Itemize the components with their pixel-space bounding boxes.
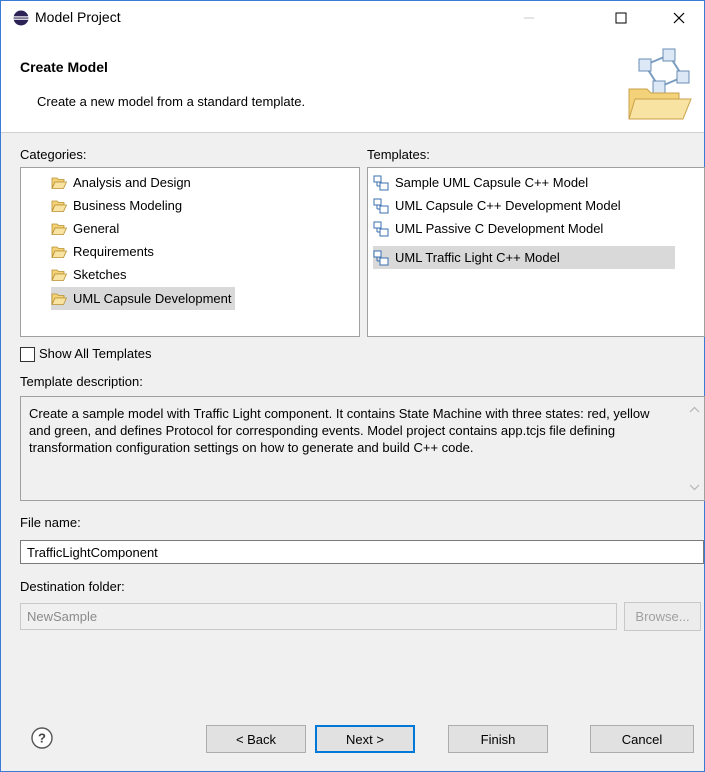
template-label: UML Passive C Development Model [395,221,604,236]
template-item[interactable]: UML Capsule C++ Development Model [373,194,621,217]
templates-label: Templates: [367,147,430,162]
folder-open-icon [51,223,67,235]
file-name-label: File name: [20,515,81,530]
template-item[interactable]: UML Passive C Development Model [373,217,603,240]
description-scrollbar[interactable] [685,397,704,500]
template-label: UML Traffic Light C++ Model [395,250,560,265]
folder-open-icon [51,269,67,281]
template-label: UML Capsule C++ Development Model [395,198,621,213]
window-title: Model Project [35,9,121,25]
category-item[interactable]: General [51,217,119,240]
category-item-selected[interactable]: UML Capsule Development [51,287,236,310]
help-icon[interactable]: ? [31,727,53,749]
show-all-templates-label[interactable]: Show All Templates [39,346,152,361]
destination-folder-input[interactable] [20,603,617,630]
category-label: Requirements [73,244,154,259]
folder-open-icon [51,293,67,305]
page-heading: Create Model [20,59,108,75]
title-bar: Model Project [1,1,704,35]
next-button[interactable]: Next > [315,725,415,753]
category-label: UML Capsule Development [73,291,232,306]
file-name-input[interactable] [20,540,704,564]
category-item[interactable]: Analysis and Design [51,171,191,194]
categories-label: Categories: [20,147,87,162]
templates-list[interactable]: Sample UML Capsule C++ Model UML Capsule… [367,167,705,337]
show-all-templates-checkbox[interactable] [20,347,35,362]
back-button[interactable]: < Back [206,725,306,753]
wizard-banner: Create Model Create a new model from a s… [1,35,704,133]
category-item[interactable]: Business Modeling [51,194,182,217]
folder-open-icon [51,177,67,189]
template-label: Sample UML Capsule C++ Model [395,175,589,190]
categories-list[interactable]: Analysis and Design Business Modeling Ge… [20,167,360,337]
template-description-text: Create a sample model with Traffic Light… [29,406,650,455]
svg-text:?: ? [38,731,46,746]
category-item[interactable]: Requirements [51,240,154,263]
template-item-selected[interactable]: UML Traffic Light C++ Model [373,246,675,269]
model-template-icon [373,175,389,190]
category-item[interactable]: Sketches [51,263,126,286]
finish-button[interactable]: Finish [448,725,548,753]
template-item[interactable]: Sample UML Capsule C++ Model [373,171,588,194]
destination-folder-label: Destination folder: [20,579,125,594]
category-label: Analysis and Design [73,175,191,190]
category-label: Business Modeling [73,198,183,213]
dialog-window: Model Project Create Model Create a new … [0,0,705,772]
folder-open-icon [51,246,67,258]
template-description-box[interactable]: Create a sample model with Traffic Light… [20,396,705,501]
maximize-icon [615,12,627,24]
folder-open-icon [51,200,67,212]
new-model-wizard-icon [628,48,692,120]
model-template-icon [373,198,389,213]
cancel-button[interactable]: Cancel [590,725,694,753]
close-icon [673,12,685,24]
model-template-icon [373,221,389,236]
category-label: Sketches [73,267,127,282]
minimize-button[interactable] [506,1,552,35]
close-button[interactable] [656,1,702,35]
minimize-icon [524,17,534,19]
browse-button[interactable]: Browse... [624,602,701,631]
category-label: General [73,221,120,236]
template-description-label: Template description: [20,374,143,389]
model-template-icon [373,250,389,265]
maximize-button[interactable] [598,1,644,35]
page-description: Create a new model from a standard templ… [37,94,306,109]
eclipse-icon [13,10,29,26]
